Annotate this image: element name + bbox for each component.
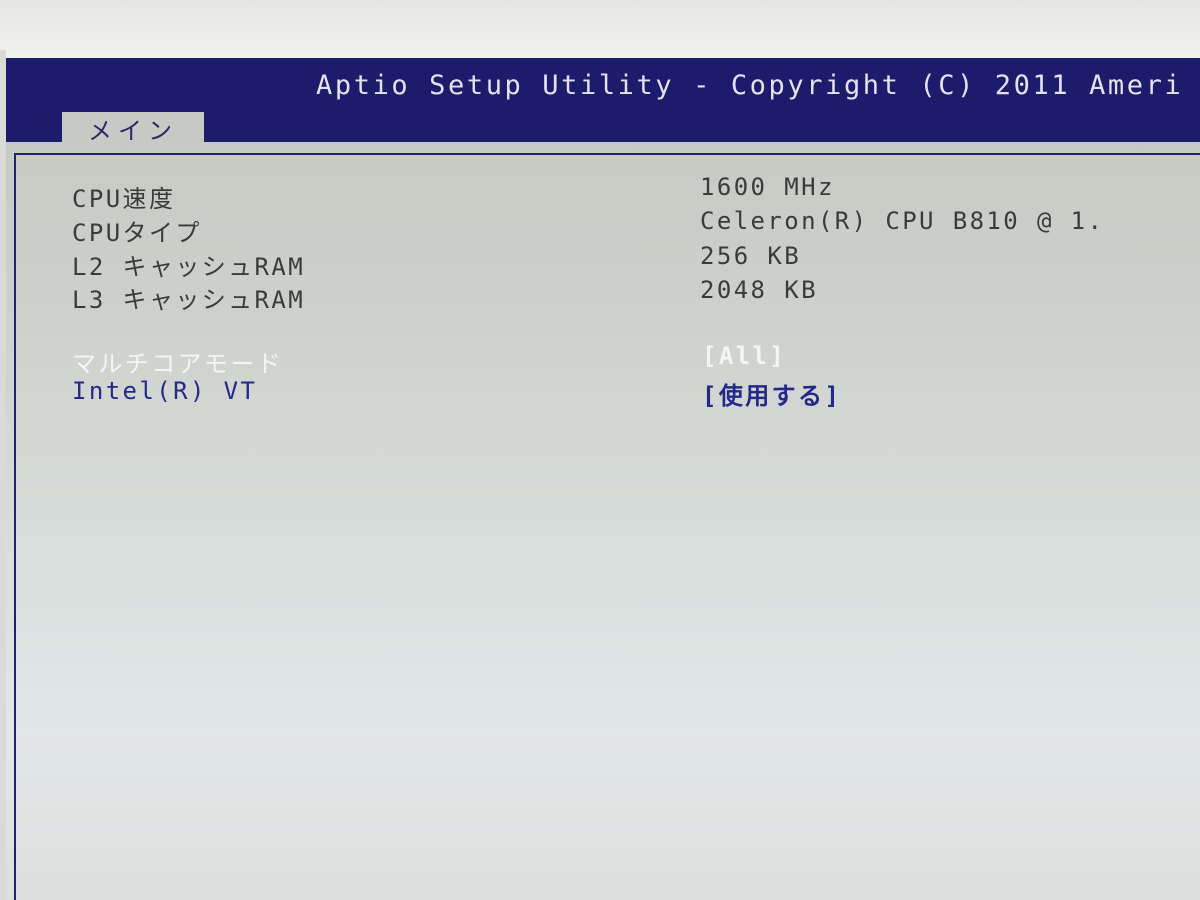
intel-vt-value[interactable]: [使用する] bbox=[702, 376, 841, 411]
monitor-bezel-top bbox=[0, 0, 1200, 62]
l2-cache-label: L2 キャッシュRAM bbox=[72, 253, 306, 281]
bios-screen: Aptio Setup Utility - Copyright (C) 2011… bbox=[6, 58, 1200, 900]
l3-cache-value: 2048 KB bbox=[700, 276, 818, 304]
cpu-speed-value: 1600 MHz bbox=[700, 173, 835, 201]
main-panel: CPU速度 1600 MHz CPUタイプ Celeron(R) CPU B81… bbox=[14, 153, 1200, 900]
multicore-mode-label[interactable]: マルチコアモード bbox=[72, 344, 283, 379]
window-title: Aptio Setup Utility - Copyright (C) 2011… bbox=[316, 70, 1184, 101]
l3-cache-label: L3 キャッシュRAM bbox=[72, 286, 306, 314]
intel-vt-label[interactable]: Intel(R) VT bbox=[72, 377, 257, 405]
cpu-type-label: CPUタイプ bbox=[72, 219, 202, 247]
multicore-mode-value[interactable]: [All] bbox=[702, 342, 786, 370]
cpu-type-value: Celeron(R) CPU B810 @ 1. bbox=[700, 207, 1105, 235]
l2-cache-value: 256 KB bbox=[700, 242, 802, 270]
title-bar: Aptio Setup Utility - Copyright (C) 2011… bbox=[6, 58, 1200, 145]
tab-main[interactable]: メイン bbox=[62, 112, 204, 145]
cpu-speed-label: CPU速度 bbox=[72, 185, 176, 213]
